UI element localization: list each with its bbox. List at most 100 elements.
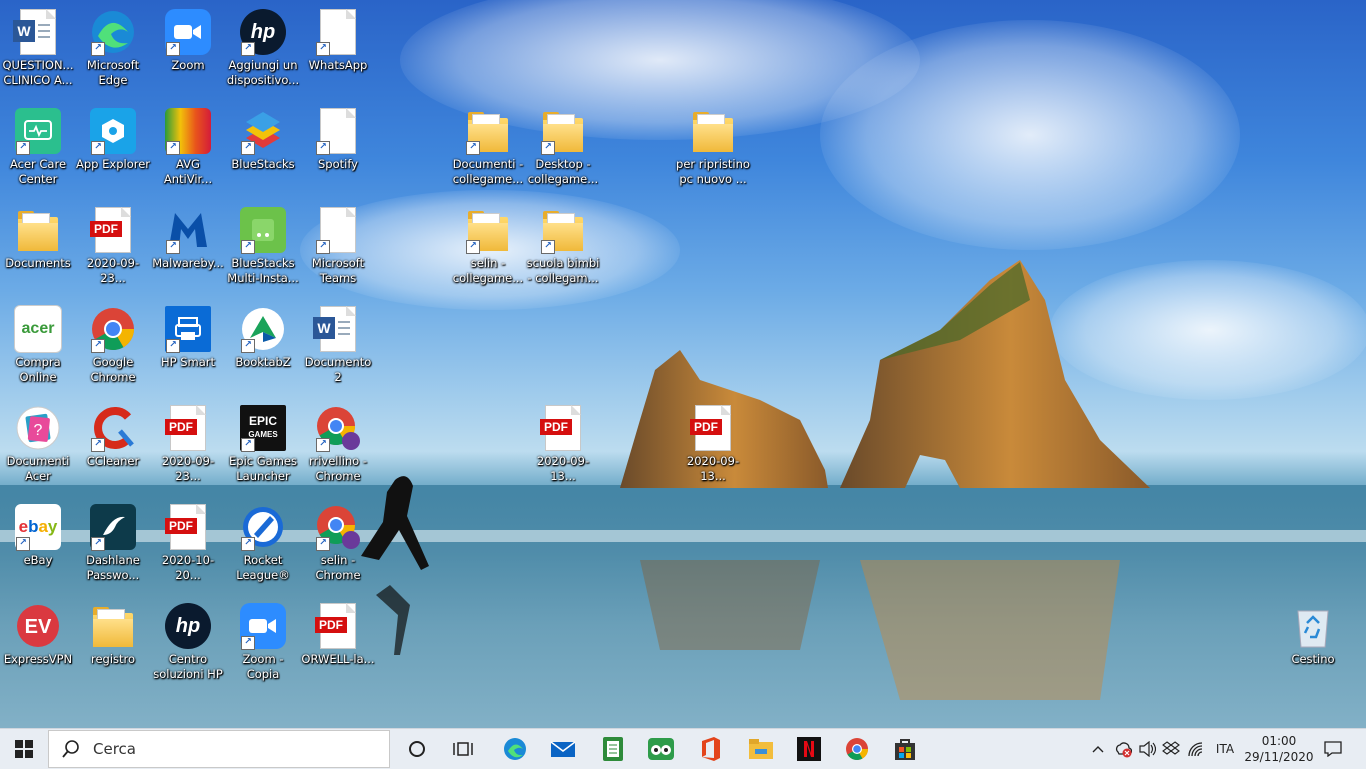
bluestacks-multi-icon: ↗	[239, 206, 287, 254]
desktop-icon[interactable]: ↗ WhatsApp	[300, 5, 376, 101]
folder-icon	[14, 206, 62, 254]
desktop-icon[interactable]: PDF 2020-10-20...	[150, 500, 226, 596]
desktop-icon[interactable]: ↗ Malwareby...	[150, 203, 226, 299]
taskbar-tripadvisor[interactable]	[642, 729, 680, 769]
word-document-icon: W	[313, 305, 362, 353]
search-placeholder: Cerca	[93, 740, 136, 758]
tray-security-icon[interactable]	[1112, 729, 1134, 769]
taskbar-notes[interactable]	[594, 729, 632, 769]
desktop-icon[interactable]: hp Centro soluzioni HP	[150, 599, 226, 695]
input-language[interactable]: ITA	[1212, 729, 1238, 769]
shortcut-arrow-icon: ↗	[316, 141, 330, 155]
taskbar: Cerca ITA 01:00 29/11/2020	[0, 728, 1366, 769]
taskbar-store[interactable]	[886, 729, 924, 769]
network-button[interactable]	[1184, 729, 1208, 769]
action-center-button[interactable]	[1318, 729, 1348, 769]
desktop-wallpaper[interactable]: W QUESTION... CLINICO A... ↗ Microsoft Edge…	[0, 0, 1366, 728]
show-hidden-icons-button[interactable]	[1088, 729, 1108, 769]
wifi-icon	[1188, 742, 1203, 757]
desktop-icon[interactable]: ↗ BooktabZ	[225, 302, 301, 398]
cortana-button[interactable]	[398, 729, 436, 769]
desktop-icon[interactable]: PDF ORWELL-la...	[300, 599, 376, 695]
volume-button[interactable]	[1136, 729, 1158, 769]
desktop-icon-label: Desktop - collegame...	[527, 157, 599, 186]
desktop-icon[interactable]: ↗ CCleaner	[75, 401, 151, 497]
desktop-icon[interactable]: Documents	[0, 203, 76, 299]
desktop-icon[interactable]: ↗ rrivellino - Chrome	[300, 401, 376, 497]
desktop-icon[interactable]: Cestino	[1275, 599, 1351, 695]
hp-smart-icon: ↗	[164, 305, 212, 353]
desktop-icon-label: Epic Games Launcher	[229, 454, 297, 483]
desktop-icon[interactable]: ↗ Documenti - collegame...	[450, 104, 526, 200]
ebay-icon: e b a y ↗	[14, 503, 62, 551]
store-icon	[895, 739, 915, 760]
desktop-icon-label: Microsoft Edge	[86, 58, 140, 87]
desktop-icon[interactable]: W Documento 2	[300, 302, 376, 398]
pdf-icon: PDF	[689, 404, 737, 452]
desktop-icon[interactable]: ↗ Desktop - collegame...	[525, 104, 601, 200]
taskbar-file-explorer[interactable]	[742, 729, 780, 769]
desktop-icon[interactable]: PDF 2020-09-13...	[525, 401, 601, 497]
desktop-icon[interactable]: ↗ Zoom - Copia	[225, 599, 301, 695]
taskbar-edge[interactable]	[496, 729, 534, 769]
desktop-icon[interactable]: ↗ Google Chrome	[75, 302, 151, 398]
desktop-icon[interactable]: ↗ scuola bimbi - collegam...	[525, 203, 601, 299]
shortcut-arrow-icon: ↗	[166, 42, 180, 56]
desktop-icon[interactable]: ↗ selin - Chrome	[300, 500, 376, 596]
start-button[interactable]	[0, 729, 48, 769]
rocket-league-icon: ↗	[239, 503, 287, 551]
desktop-icon[interactable]: EPIC GAMES ↗ Epic Games Launcher	[225, 401, 301, 497]
dropbox-tray[interactable]	[1160, 729, 1182, 769]
desktop-icon[interactable]: ↗ Rocket League®	[225, 500, 301, 596]
desktop-icon[interactable]: ↗ BlueStacks	[225, 104, 301, 200]
desktop-icon-label: Documenti Acer	[6, 454, 70, 483]
desktop-icon[interactable]: ↗ Dashlane Passwo...	[75, 500, 151, 596]
shortcut-arrow-icon: ↗	[241, 240, 255, 254]
pdf-icon: PDF	[314, 602, 362, 650]
task-view-button[interactable]	[444, 729, 482, 769]
desktop-icon[interactable]: ↗ AVG AntiVir...	[150, 104, 226, 200]
desktop-icon-label: Zoom	[171, 58, 205, 72]
desktop-icon[interactable]: PDF 2020-09-23...	[75, 203, 151, 299]
desktop-icon[interactable]: e b a y ↗ eBay	[0, 500, 76, 596]
desktop-icon[interactable]: per ripristino pc nuovo ...	[675, 104, 751, 200]
chrome-profile-icon: ↗	[314, 503, 362, 551]
taskbar-office[interactable]	[692, 729, 730, 769]
desktop-icon-label: CCleaner	[86, 454, 140, 468]
desktop-icon-label: rrivellino - Chrome	[308, 454, 368, 483]
desktop-icon[interactable]: registro	[75, 599, 151, 695]
shortcut-arrow-icon: ↗	[16, 537, 30, 551]
desktop-icon-label: Cestino	[1291, 652, 1335, 666]
shortcut-arrow-icon: ↗	[316, 537, 330, 551]
folder-icon: ↗	[464, 206, 512, 254]
desktop-icon-label: scuola bimbi - collegam...	[526, 256, 600, 285]
malwarebytes-icon: ↗	[164, 206, 212, 254]
desktop-icon[interactable]: acer Compra Online	[0, 302, 76, 398]
desktop-icon-label: Aggiungi un dispositivo...	[226, 58, 300, 87]
taskbar-netflix[interactable]	[790, 729, 828, 769]
desktop-icon[interactable]: EV ExpressVPN	[0, 599, 76, 695]
desktop-icon[interactable]: ↗ selin - collegame...	[450, 203, 526, 299]
folder-icon: ↗	[464, 107, 512, 155]
desktop-icon[interactable]: ↗ Spotify	[300, 104, 376, 200]
desktop-icon[interactable]: PDF 2020-09-23...	[150, 401, 226, 497]
desktop-icon[interactable]: ↗ Acer Care Center	[0, 104, 76, 200]
desktop-icon[interactable]: ↗ Microsoft Teams	[300, 203, 376, 299]
desktop-icon[interactable]: ↗ HP Smart	[150, 302, 226, 398]
clock-time: 01:00	[1261, 734, 1297, 748]
search-box[interactable]: Cerca	[48, 730, 390, 768]
desktop-icon[interactable]: ? Documenti Acer	[0, 401, 76, 497]
desktop-icon[interactable]: ↗ Zoom	[150, 5, 226, 101]
desktop-icon[interactable]: ↗ Microsoft Edge	[75, 5, 151, 101]
desktop-icon[interactable]: hp ↗ Aggiungi un dispositivo...	[225, 5, 301, 101]
recycle-bin-icon	[1289, 602, 1337, 650]
desktop-icon[interactable]: PDF 2020-09-13...	[675, 401, 751, 497]
speaker-icon	[1139, 741, 1156, 757]
desktop-icon[interactable]: ↗ App Explorer	[75, 104, 151, 200]
taskbar-chrome[interactable]	[838, 729, 876, 769]
desktop-icon[interactable]: ↗ BlueStacks Multi-Insta...	[225, 203, 301, 299]
desktop-icon[interactable]: W QUESTION... CLINICO A...	[0, 5, 76, 101]
taskbar-mail[interactable]	[544, 729, 582, 769]
acer-care-icon: ↗	[14, 107, 62, 155]
clock[interactable]: 01:00 29/11/2020	[1244, 729, 1314, 769]
